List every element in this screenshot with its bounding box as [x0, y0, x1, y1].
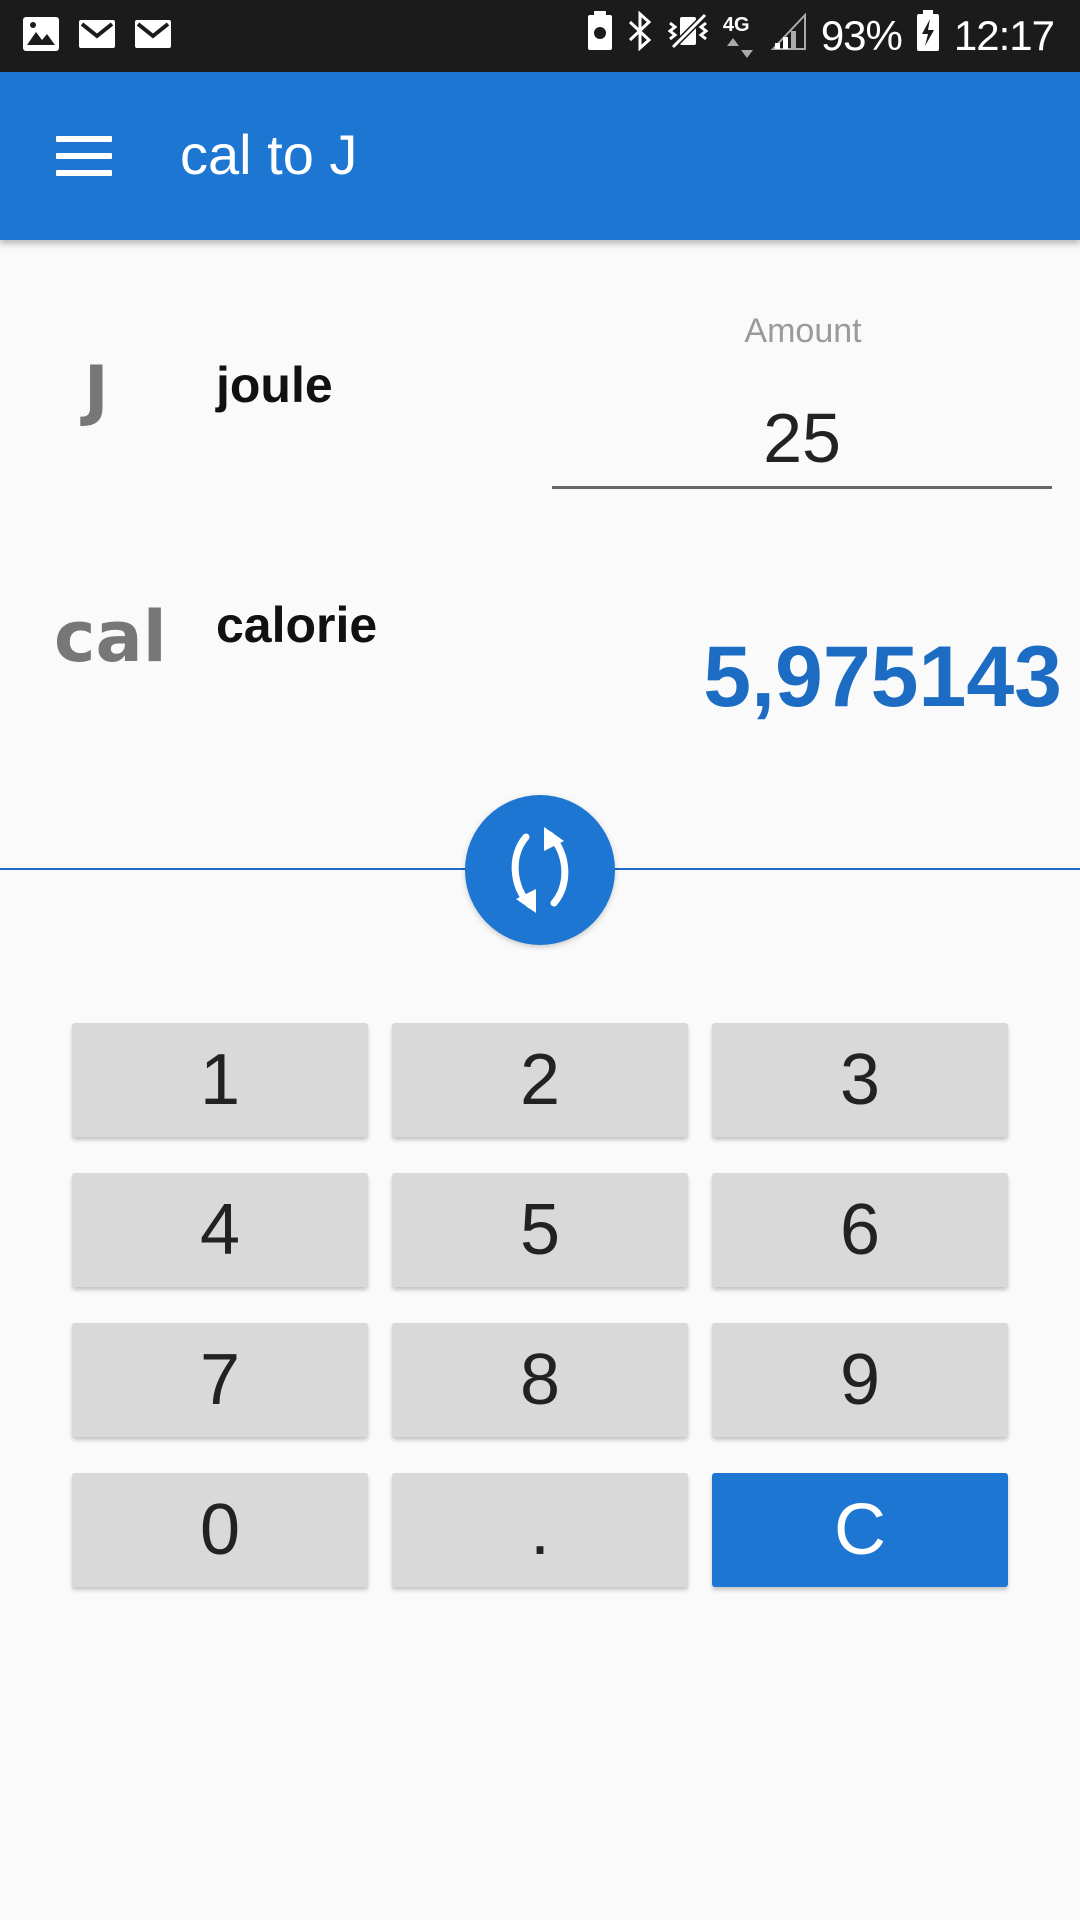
key-6[interactable]: 6	[712, 1173, 1008, 1287]
hamburger-menu-icon[interactable]	[56, 136, 112, 176]
mail-icon	[78, 18, 116, 55]
network-type-icon: 4G	[723, 14, 757, 58]
vibrate-icon	[667, 11, 709, 61]
page-title: cal to J	[180, 123, 358, 186]
to-unit-name[interactable]: calorie	[216, 596, 377, 654]
app-bar: cal to J	[0, 72, 1080, 240]
key-7[interactable]: 7	[72, 1323, 368, 1437]
key-1[interactable]: 1	[72, 1023, 368, 1137]
notification-icons	[22, 16, 172, 57]
amount-label: Amount	[744, 312, 862, 350]
key-9[interactable]: 9	[712, 1323, 1008, 1437]
status-bar: 4G 93% 12:17	[0, 0, 1080, 72]
key-4[interactable]: 4	[72, 1173, 368, 1287]
system-status: 4G 93% 12:17	[587, 0, 1055, 72]
from-unit-symbol[interactable]: J	[84, 352, 109, 429]
key-5[interactable]: 5	[392, 1173, 688, 1287]
battery-saver-icon	[587, 11, 613, 61]
signal-icon	[770, 11, 807, 61]
network-type-label: 4G	[722, 14, 750, 36]
battery-charging-icon	[916, 10, 940, 62]
clock: 12:17	[953, 12, 1055, 59]
clear-button[interactable]: C	[712, 1473, 1008, 1587]
key-8[interactable]: 8	[392, 1323, 688, 1437]
bluetooth-icon	[627, 10, 653, 62]
swap-arrows-icon	[511, 827, 569, 913]
key-decimal[interactable]: .	[392, 1473, 688, 1587]
battery-percent: 93%	[820, 12, 903, 59]
amount-input[interactable]	[552, 390, 1052, 489]
to-unit-symbol[interactable]: cal	[54, 596, 167, 678]
swap-button[interactable]	[465, 795, 615, 945]
key-3[interactable]: 3	[712, 1023, 1008, 1137]
key-2[interactable]: 2	[392, 1023, 688, 1137]
key-0[interactable]: 0	[72, 1473, 368, 1587]
mail-icon	[134, 18, 172, 55]
gallery-icon	[22, 16, 60, 57]
result-value: 5,975143	[703, 629, 1062, 725]
from-unit-name[interactable]: joule	[216, 356, 333, 414]
